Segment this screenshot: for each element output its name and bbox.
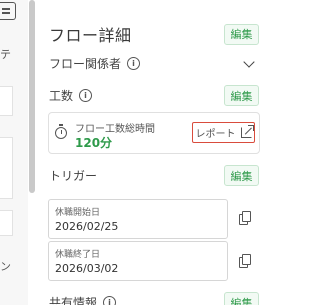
effort-section-header: 工数 i 編集 [49,85,259,106]
external-link-icon [240,125,254,138]
copy-icon[interactable] [239,254,251,268]
leave-start-label: 休職開始日 [55,208,101,218]
total-effort-card: フロー工数総時間 120分 レポート [48,112,260,154]
copy-icon[interactable] [239,211,251,225]
flow-detail-panel: フロー詳細 編集 フロー関係者 i 工数 i 編集 フロー工数総時間 120分 … [36,0,267,305]
edit-flow-button[interactable]: 編集 [224,23,259,45]
edit-trigger-button[interactable]: 編集 [224,165,259,186]
shared-info-label: 共有情報 [49,296,98,305]
info-icon[interactable]: i [127,57,141,70]
trigger-section-header: トリガー 編集 [49,165,259,186]
leave-start-value: 2026/02/25 [55,220,119,233]
related-label: フロー関係者 [49,57,122,71]
page-title: フロー詳細 [49,26,132,45]
effort-label: 工数 [49,89,74,103]
total-effort-label: フロー工数総時間 [75,124,155,135]
stopwatch-icon [55,124,67,139]
sidebar-text-fragment: ン [0,260,11,273]
chevron-down-icon[interactable] [243,55,255,68]
related-section-header[interactable]: フロー関係者 i [49,55,259,72]
shared-info-section-header: 共有情報 i 編集 [49,292,259,305]
leave-end-value: 2026/03/02 [55,262,119,275]
panel-header: フロー詳細 編集 [49,22,259,46]
total-effort-value: 120分 [75,136,113,150]
scrollbar[interactable] [29,0,35,193]
leave-end-label: 休職終了日 [55,250,101,260]
info-icon[interactable]: i [79,89,93,102]
effort-label-group: 工数 i [49,87,93,104]
left-sidebar: テ ン [0,0,28,305]
trigger-label: トリガー [49,169,98,183]
related-label-group: フロー関係者 i [49,55,141,72]
leave-end-field[interactable]: 休職終了日 2026/03/02 [48,241,228,281]
sidebar-text-fragment: テ [0,48,11,61]
sidebar-card [0,86,13,116]
sidebar-card[interactable] [0,210,13,236]
edit-shared-info-button[interactable]: 編集 [224,292,259,305]
report-label: レポート [195,129,236,140]
report-button[interactable]: レポート [192,122,255,143]
sidebar-card [0,137,13,199]
edit-effort-button[interactable]: 編集 [224,85,259,106]
leave-start-field[interactable]: 休職開始日 2026/02/25 [48,199,228,239]
list-icon[interactable] [0,2,16,20]
shared-info-label-group: 共有情報 i [49,294,117,305]
info-icon[interactable]: i [103,296,117,305]
